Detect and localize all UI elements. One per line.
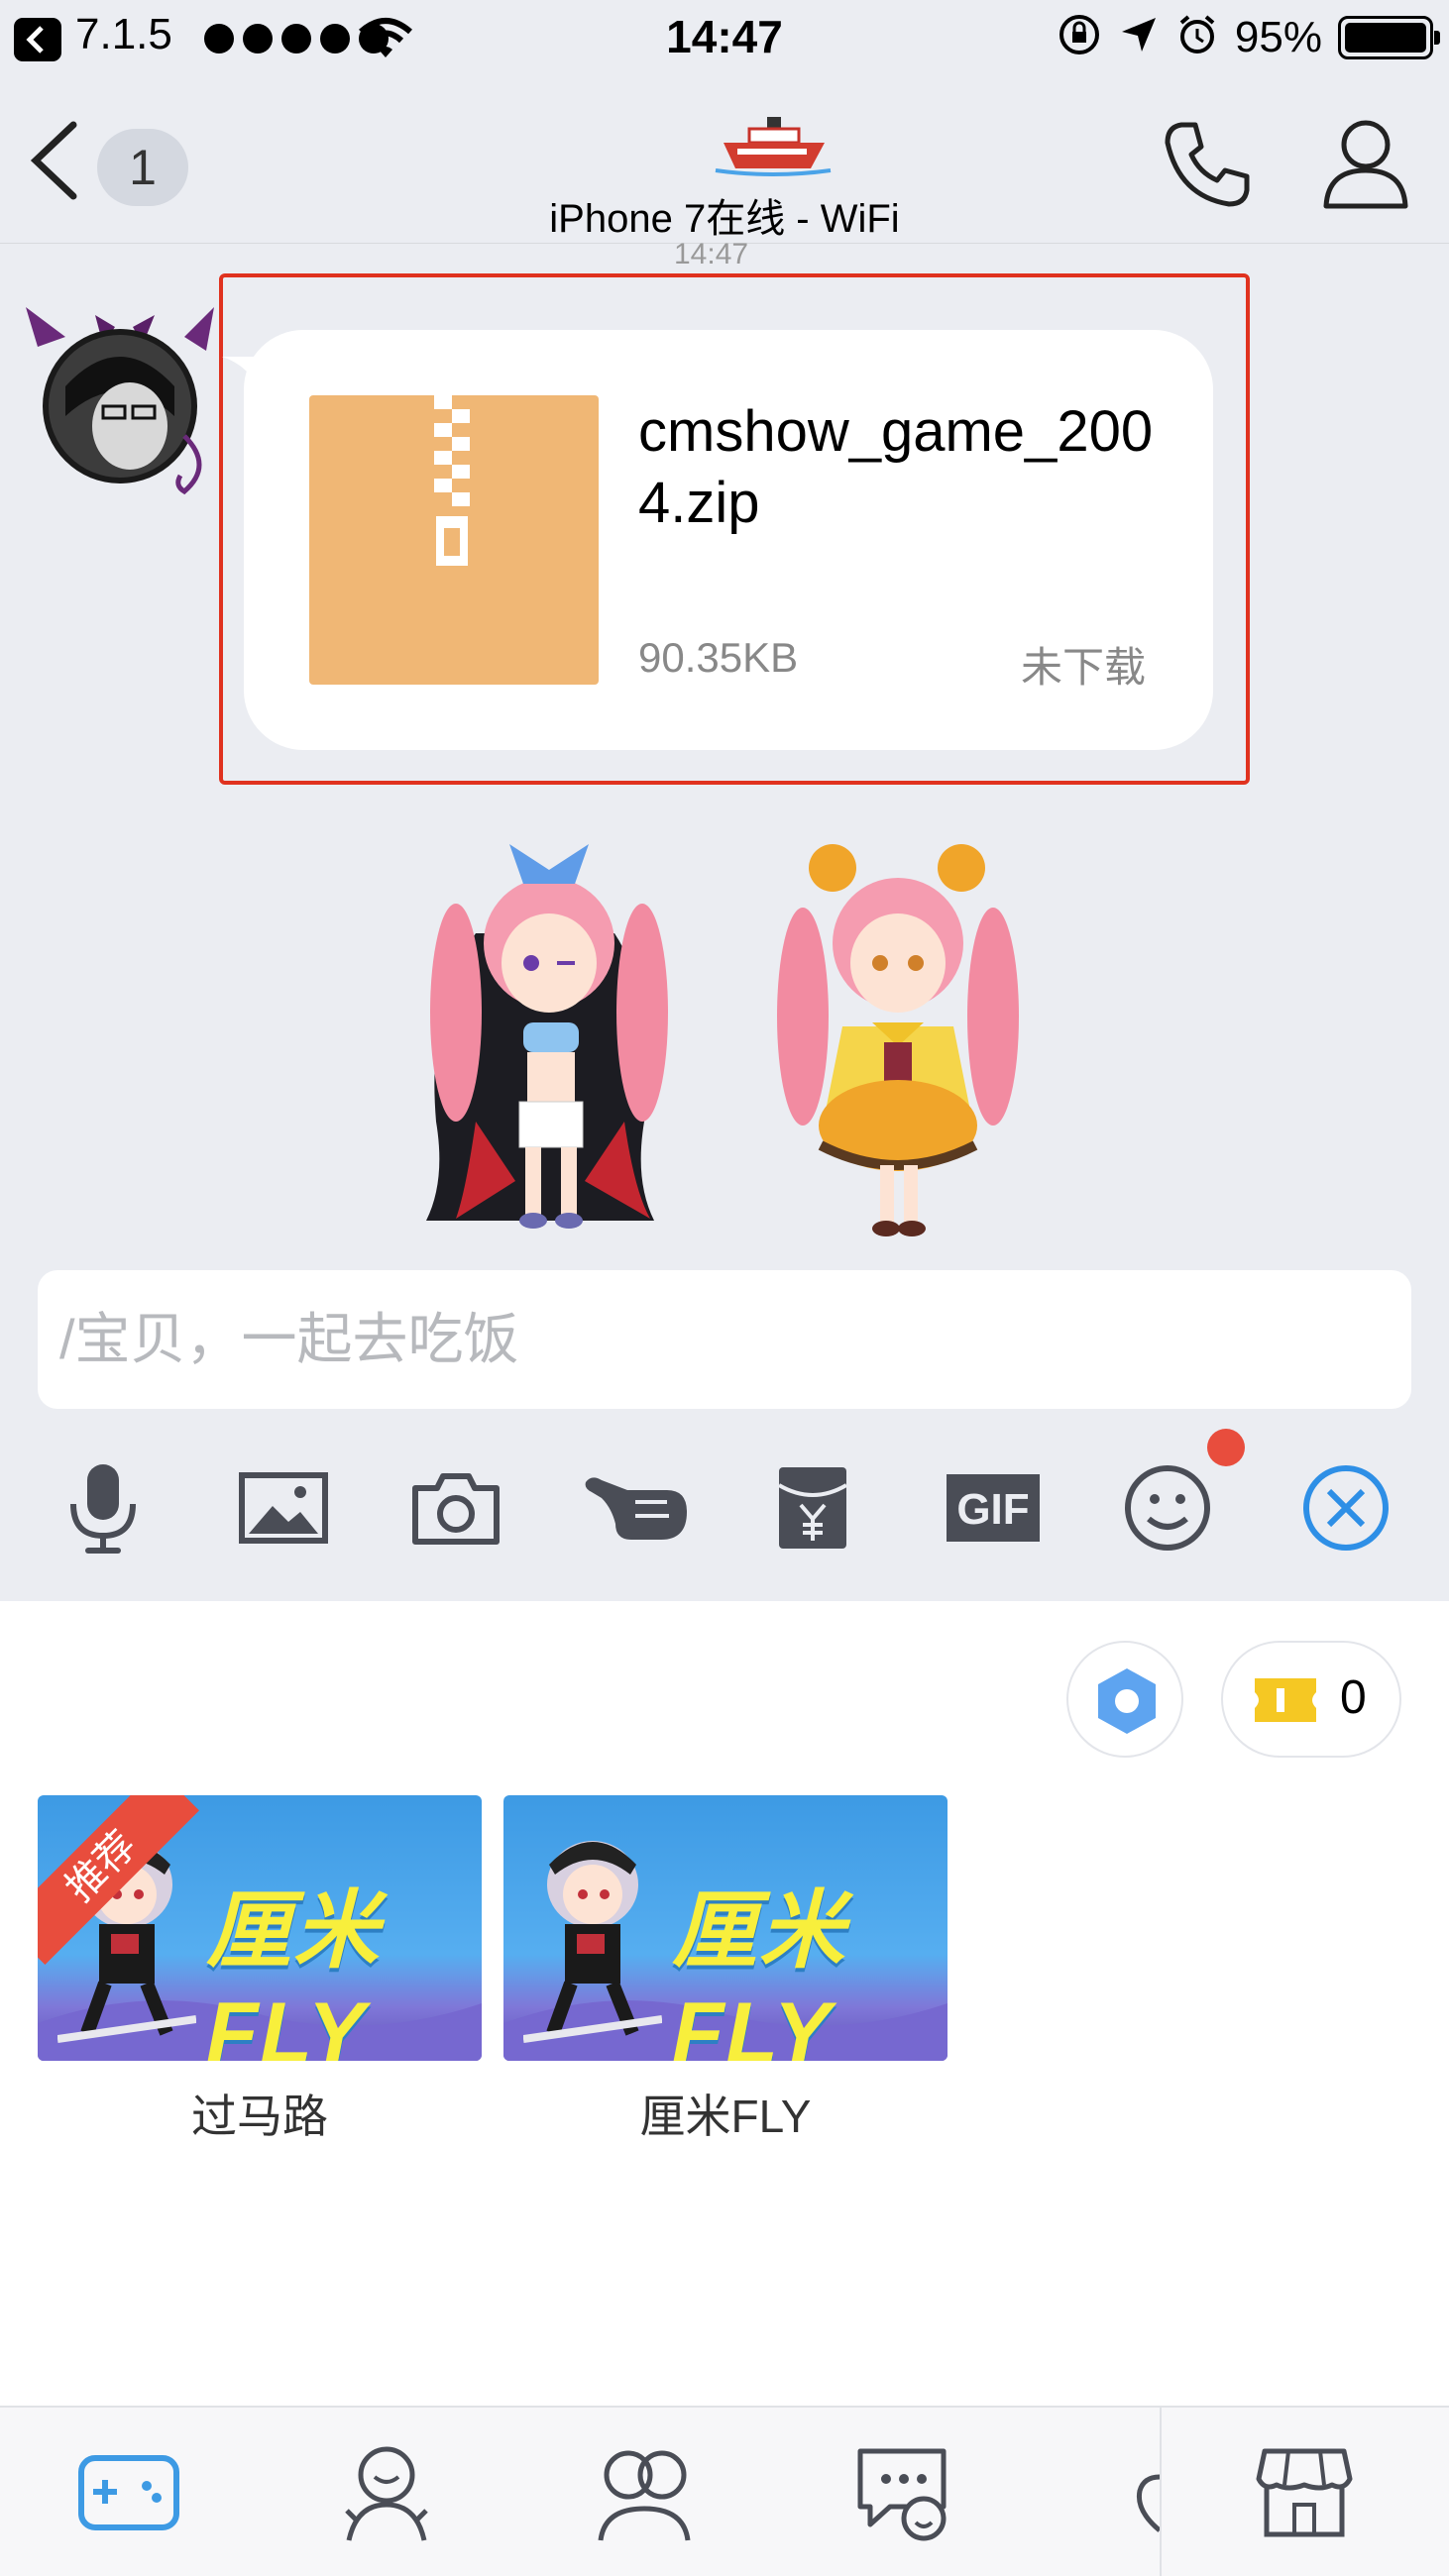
ticket-icon xyxy=(1255,1678,1316,1722)
image-icon[interactable] xyxy=(224,1449,343,1567)
rotation-lock-icon xyxy=(1057,12,1102,62)
camera-icon[interactable] xyxy=(396,1449,515,1567)
game-logo: 厘米FLY xyxy=(672,1883,846,2061)
svg-text:GIF: GIF xyxy=(956,1485,1029,1534)
game-card-limifly[interactable]: 厘米FLY xyxy=(503,1795,947,2061)
close-icon[interactable] xyxy=(1286,1449,1405,1567)
game-controller-icon[interactable] xyxy=(69,2433,188,2552)
message-input[interactable]: /宝贝，一起去吃饭 xyxy=(38,1270,1411,1409)
game-title-guomalu: 过马路 xyxy=(191,2091,328,2142)
game-logo: 厘米FLY xyxy=(206,1883,381,2061)
emoji-icon[interactable] xyxy=(1108,1449,1227,1567)
chat-bubble-icon[interactable] xyxy=(842,2433,961,2552)
avatar-character-right[interactable] xyxy=(763,828,1031,1250)
status-bar: 7.1.5 14:47 95% xyxy=(0,0,1449,77)
coin-counter[interactable]: 0 xyxy=(1221,1641,1401,1758)
location-icon xyxy=(1118,14,1160,60)
avatar[interactable] xyxy=(26,297,214,495)
contact-icon[interactable] xyxy=(1318,115,1413,215)
hexagon-icon[interactable] xyxy=(1066,1641,1183,1758)
message-timestamp: 14:47 xyxy=(674,238,749,270)
phone-icon[interactable] xyxy=(1160,117,1255,217)
tab-divider xyxy=(1160,2408,1162,2576)
poke-icon[interactable] xyxy=(577,1449,696,1567)
store-icon[interactable] xyxy=(1245,2433,1364,2552)
file-size: 90.35KB xyxy=(638,634,799,681)
red-packet-icon[interactable] xyxy=(753,1449,872,1567)
game-character-image xyxy=(523,1841,662,2043)
file-name: cmshow_game_2004.zip xyxy=(638,399,1154,535)
gif-icon[interactable]: GIF xyxy=(934,1449,1053,1567)
download-status: 未下载 xyxy=(1020,644,1146,691)
game-card-guomalu[interactable]: 厘米FLY 推荐 xyxy=(38,1795,482,2061)
notification-dot xyxy=(1207,1429,1245,1466)
game-title-limifly: 厘米FLY xyxy=(639,2091,812,2142)
avatar-character-left[interactable] xyxy=(416,824,684,1246)
input-toolbar: GIF xyxy=(0,1449,1449,1567)
microphone-icon[interactable] xyxy=(44,1449,163,1567)
battery-icon xyxy=(1338,15,1440,59)
battery-percent: 95% xyxy=(1234,12,1322,61)
coin-count: 0 xyxy=(1340,1671,1367,1724)
avatar-action-icon[interactable] xyxy=(327,2433,446,2552)
ship-icon xyxy=(714,113,833,181)
alarm-icon xyxy=(1175,13,1219,61)
zip-file-icon[interactable] xyxy=(309,395,599,685)
bottom-tab-bar xyxy=(0,2406,1449,2576)
chat-header: 1 iPhone 7在线 - WiFi xyxy=(0,77,1449,244)
duo-avatar-icon[interactable] xyxy=(585,2433,704,2552)
